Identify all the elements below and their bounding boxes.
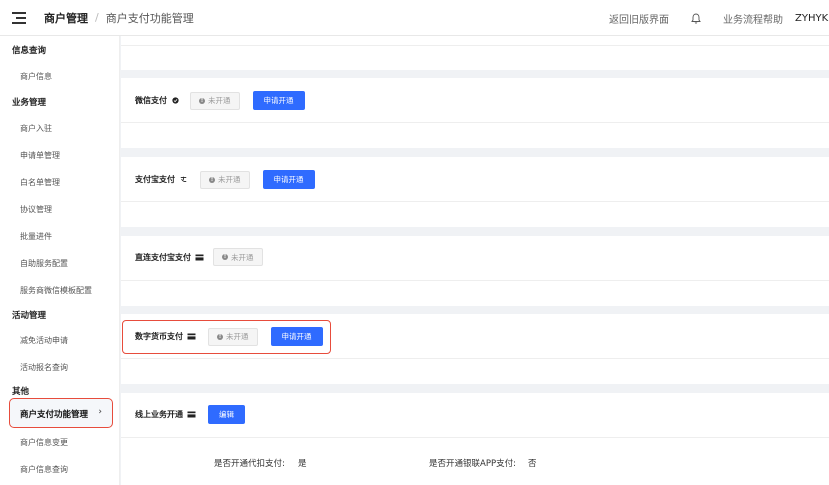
sidebar-item-payment-function-management[interactable]: 商户支付功能管理 ›: [9, 398, 113, 428]
alipay-label: 支付宝支付: [135, 174, 188, 185]
sidebar-item-discount-application[interactable]: 减免活动申请: [20, 335, 68, 346]
card-icon: [187, 411, 196, 418]
sidebar-item-whitelist[interactable]: 白名单管理: [20, 177, 60, 188]
card-previous: [121, 36, 829, 70]
wechat-pay-label: 微信支付: [135, 95, 180, 106]
sidebar-group-activities: 活动管理: [12, 311, 47, 321]
user-name[interactable]: ZYHYK: [795, 13, 829, 24]
card-direct-alipay: 直连支付宝支付 ! 未开通: [121, 236, 829, 306]
sidebar-item-wechat-template-config[interactable]: 服务商微信模板配置: [20, 285, 92, 296]
alipay-status-tag: ! 未开通: [200, 170, 250, 189]
return-legacy-link[interactable]: 返回旧版界面: [609, 11, 669, 26]
sidebar-item-merchant-onboarding[interactable]: 商户入驻: [20, 123, 52, 134]
bell-icon[interactable]: [691, 13, 701, 24]
sidebar-group-info-query: 信息查询: [12, 46, 47, 56]
withhold-payment-value: 是: [298, 459, 307, 469]
unionpay-app-value: 否: [528, 459, 537, 469]
unionpay-app-label: 是否开通银联APP支付:: [429, 459, 516, 469]
info-icon: !: [209, 176, 215, 183]
card-online-business: 线上业务开通 编辑 是否开通代扣支付: 是 是否开通银联APP支付: 否: [121, 393, 829, 485]
top-header: 商户管理 / 商户支付功能管理 返回旧版界面 业务流程帮助 ZYHYK: [0, 0, 829, 36]
breadcrumb-merchant-management[interactable]: 商户管理: [44, 10, 88, 26]
workflow-help-link[interactable]: 业务流程帮助: [723, 11, 783, 26]
online-business-edit-button[interactable]: 编辑: [208, 405, 245, 424]
withhold-payment-label: 是否开通代扣支付:: [214, 459, 285, 469]
wechat-icon: [172, 97, 179, 104]
online-business-label: 线上业务开通: [135, 409, 196, 420]
sidebar-group-business: 业务管理: [12, 98, 47, 108]
card-icon: [195, 254, 204, 260]
wechat-pay-apply-button[interactable]: 申请开通: [252, 91, 305, 110]
sidebar-item-agreements[interactable]: 协议管理: [20, 204, 52, 215]
info-icon: !: [222, 254, 228, 260]
breadcrumb-current-page: 商户支付功能管理: [105, 11, 194, 25]
card-wechat-pay: 微信支付 ! 未开通 申请开通: [121, 78, 829, 148]
alipay-apply-button[interactable]: 申请开通: [262, 170, 315, 189]
wechat-pay-status-tag: ! 未开通: [190, 91, 240, 110]
info-icon: !: [199, 97, 205, 104]
chevron-right-icon: ›: [98, 407, 102, 417]
breadcrumb: 商户管理 / 商户支付功能管理: [44, 10, 194, 26]
breadcrumb-separator: /: [95, 11, 99, 24]
sidebar-item-activity-signup-query[interactable]: 活动报名查询: [20, 362, 68, 373]
sidebar-item-application-management[interactable]: 申请单管理: [20, 150, 60, 161]
sidebar-item-merchant-info-change[interactable]: 商户信息变更: [20, 437, 68, 448]
direct-alipay-status-tag: ! 未开通: [213, 248, 263, 266]
card-alipay: 支付宝支付 ! 未开通 申请开通: [121, 157, 829, 227]
sidebar-item-batch-onboarding[interactable]: 批量进件: [20, 231, 52, 242]
highlight-box: [122, 320, 331, 354]
sidebar-item-self-service-config[interactable]: 自助服务配置: [20, 258, 68, 269]
sidebar-group-other: 其他: [12, 387, 30, 397]
sidebar-item-merchant-info[interactable]: 商户信息: [20, 71, 52, 82]
direct-alipay-label: 直连支付宝支付: [135, 252, 204, 263]
sidebar-item-merchant-info-query[interactable]: 商户信息查询: [20, 464, 68, 475]
alipay-icon: [180, 176, 187, 183]
sidebar: 信息查询 商户信息 业务管理 商户入驻 申请单管理 白名单管理 协议管理 批量进…: [0, 36, 120, 485]
menu-toggle-icon[interactable]: [12, 11, 26, 24]
sidebar-item-label: 商户支付功能管理: [20, 410, 89, 420]
